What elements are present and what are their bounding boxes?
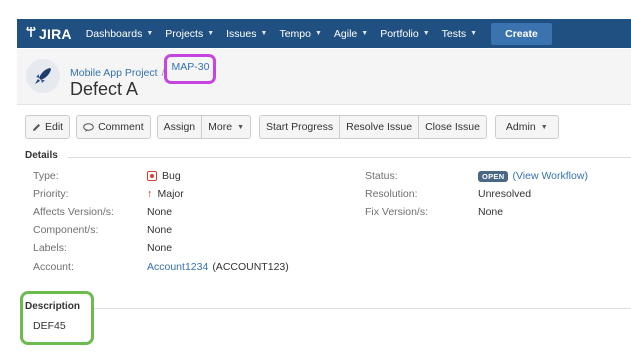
- create-button[interactable]: Create: [491, 22, 552, 45]
- close-issue-button[interactable]: Close Issue: [418, 115, 487, 139]
- admin-button[interactable]: Admin ▼: [494, 115, 559, 139]
- account-code: (ACCOUNT123): [212, 261, 289, 273]
- description-heading[interactable]: Description: [25, 301, 80, 312]
- nav-projects[interactable]: Projects ▼: [165, 28, 214, 40]
- nav-agile[interactable]: Agile ▼: [334, 28, 368, 40]
- labels-label: Labels:: [33, 242, 67, 254]
- components-label: Component/s:: [33, 224, 99, 236]
- issue-header: Mobile App Project / MAP-30 Defect A: [17, 49, 631, 105]
- fix-version-label: Fix Version/s:: [365, 206, 429, 218]
- nav-issues-label: Issues: [226, 27, 257, 40]
- jira-logo[interactable]: JIRA: [25, 26, 72, 42]
- affects-version-value: None: [147, 206, 173, 218]
- pencil-icon: [32, 123, 41, 132]
- priority-value: ↑ Major: [147, 188, 184, 200]
- view-workflow-paren-close: ): [584, 170, 588, 182]
- chevron-down-icon: ▼: [540, 123, 548, 131]
- rocket-icon: [35, 68, 51, 84]
- issue-toolbar: Edit Comment Assign More ▼ Start Progres…: [25, 115, 559, 139]
- nav-projects-label: Projects: [165, 27, 204, 40]
- resolution-label: Resolution:: [365, 188, 418, 200]
- nav-issues[interactable]: Issues ▼: [226, 28, 267, 40]
- bug-icon: [147, 171, 157, 181]
- description-highlight: [20, 291, 94, 345]
- fix-version-value: None: [478, 206, 504, 218]
- nav-portfolio[interactable]: Portfolio ▼: [380, 28, 429, 40]
- nav-agile-label: Agile: [333, 27, 358, 40]
- nav-dashboards-label: Dashboards: [85, 27, 143, 40]
- nav-tempo[interactable]: Tempo ▼: [279, 28, 321, 40]
- edit-button[interactable]: Edit: [25, 115, 71, 139]
- issue-key-highlight: MAP-30: [164, 54, 217, 84]
- type-label: Type:: [33, 170, 59, 182]
- more-button-label: More: [208, 121, 233, 133]
- priority-value-text: Major: [157, 188, 184, 200]
- nav-dashboards[interactable]: Dashboards ▼: [86, 28, 154, 40]
- resolution-value: Unresolved: [478, 188, 532, 200]
- chevron-down-icon: ▼: [207, 30, 215, 37]
- status-value: OPEN ( View Workflow ): [478, 170, 588, 182]
- nav-portfolio-label: Portfolio: [380, 27, 419, 40]
- nav-tests[interactable]: Tests ▼: [442, 28, 477, 40]
- more-button[interactable]: More ▼: [201, 115, 251, 139]
- workflow-group: Start Progress Resolve Issue Close Issue: [259, 115, 487, 139]
- account-value: Account1234 (ACCOUNT123): [147, 261, 289, 273]
- chevron-down-icon: ▼: [422, 30, 430, 37]
- comment-button[interactable]: Comment: [76, 115, 151, 139]
- assign-button[interactable]: Assign: [156, 115, 203, 139]
- breadcrumb-project-link[interactable]: Mobile App Project: [70, 67, 158, 79]
- details-heading-label: Details: [25, 150, 58, 161]
- components-value: None: [147, 224, 173, 236]
- assign-more-group: Assign More ▼: [156, 115, 251, 139]
- admin-button-label: Admin: [505, 121, 536, 133]
- jira-logo-text: JIRA: [39, 25, 72, 42]
- type-value-text: Bug: [162, 170, 181, 182]
- chevron-down-icon: ▼: [470, 30, 478, 37]
- status-label: Status:: [365, 170, 398, 182]
- chevron-down-icon: ▼: [361, 30, 369, 37]
- chevron-down-icon: ▼: [260, 30, 268, 37]
- nav-tempo-label: Tempo: [279, 27, 311, 40]
- description-divider: [94, 308, 631, 309]
- top-navigation-bar: JIRA Dashboards ▼ Projects ▼ Issues ▼ Tempo…: [17, 19, 631, 48]
- issue-summary-title[interactable]: Defect A: [70, 79, 138, 100]
- project-avatar[interactable]: [26, 59, 60, 93]
- resolve-issue-button[interactable]: Resolve Issue: [339, 115, 420, 139]
- start-progress-button[interactable]: Start Progress: [259, 115, 341, 139]
- comment-button-label: Comment: [98, 121, 144, 133]
- labels-value: None: [147, 242, 173, 254]
- nav-tests-label: Tests: [441, 27, 467, 40]
- arrow-up-icon: ↑: [147, 188, 153, 200]
- description-text[interactable]: DEF45: [33, 320, 66, 332]
- comment-icon: [83, 122, 94, 132]
- chevron-down-icon: ▼: [237, 123, 244, 131]
- type-value: Bug: [147, 170, 181, 182]
- status-badge: OPEN: [478, 170, 509, 182]
- priority-label: Priority:: [33, 188, 69, 200]
- description-heading-label: Description: [25, 301, 81, 312]
- account-link[interactable]: Account1234: [147, 261, 208, 273]
- details-divider: [68, 157, 631, 158]
- details-heading[interactable]: Details: [25, 150, 58, 161]
- jira-issue-screen: JIRA Dashboards ▼ Projects ▼ Issues ▼ Tempo…: [0, 0, 631, 356]
- account-label: Account:: [33, 261, 74, 273]
- affects-version-label: Affects Version/s:: [33, 206, 114, 218]
- edit-button-label: Edit: [45, 121, 64, 133]
- jira-logo-icon: [25, 26, 37, 41]
- view-workflow-link[interactable]: View Workflow: [516, 170, 584, 182]
- chevron-down-icon: ▼: [146, 30, 154, 37]
- issue-key-link[interactable]: MAP-30: [171, 61, 209, 73]
- chevron-down-icon: ▼: [314, 30, 322, 37]
